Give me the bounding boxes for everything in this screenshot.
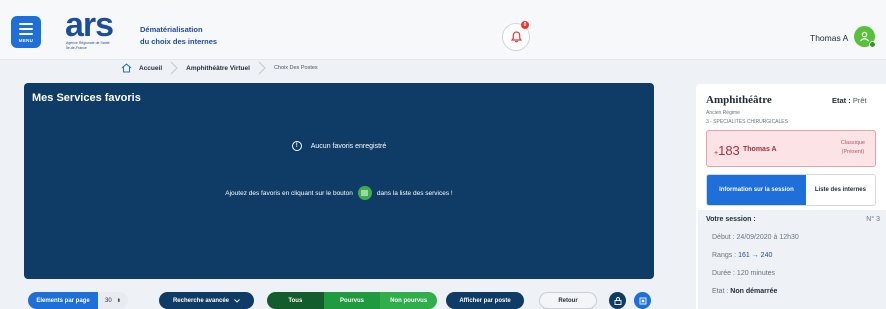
status-value: Prêt [852,96,867,105]
lock-icon [614,296,621,305]
advanced-search-button[interactable]: Recherche avancée [159,292,254,309]
elements-per-page-label: Elements par page [28,292,98,309]
user-icon [860,31,869,42]
rank-user-name: Thomas A [743,146,777,153]
favorites-hint: Ajoutez des favoris en cliquant sur le b… [24,186,654,200]
logo-text: ars [65,6,114,44]
notification-badge: 0 [521,21,529,29]
session-ranks-label: Rangs : [712,252,737,259]
tab-interns-list[interactable]: Liste des internes [805,175,875,205]
empty-message: Aucun favoris enregistré [310,142,387,150]
breadcrumb-home[interactable]: Accueil [139,65,162,72]
empty-state: ! Aucun favoris enregistré [24,141,654,151]
amphitheatre-side-panel: Amphithéâtre Etat : Prêt Ancien Régime 3… [696,84,886,309]
filter-toggle-group: Tous Pourvus Non pourvus [267,292,437,309]
rank-value: 183 [718,143,740,158]
status-label: Etat : [832,96,851,105]
session-state-value: Non démarrée [730,288,778,295]
hamburger-icon [19,22,33,25]
bottom-toolbar: Elements par page 30 ⬍ Recherche avancée… [14,287,666,309]
filter-all-button[interactable]: Tous [267,292,324,309]
app-title: Dématérialisation du choix des internes [140,24,217,48]
online-status-dot [869,41,876,48]
logo-subtitle: Agence Régionale de Santé Île-de-France [66,41,126,50]
user-rank-card: +183 Thomas A Classique (Présent) [706,130,876,167]
filter-filled-button[interactable]: Pourvus [323,292,381,309]
session-duration: Durée : 120 minutes [712,270,775,277]
breadcrumb: Accueil Amphithéâtre Virtuel Choix Des P… [0,60,886,76]
session-start-value: 24/09/2020 à 12h30 [736,234,799,241]
session-info: Votre session : N° 3 Début : 24/09/2020 … [698,210,886,309]
menu-label: MENU [18,38,34,43]
session-state-label: Etat : [712,288,729,295]
hamburger-icon-bar [19,32,33,35]
show-by-post-button[interactable]: Afficher par poste [446,292,524,309]
menu-button[interactable]: MENU [11,16,41,48]
advanced-search-label: Recherche avancée [172,297,230,304]
regime-text: Ancien Régime [706,110,740,116]
home-icon[interactable] [121,63,132,73]
session-title: Votre session : [706,216,756,223]
chevron-down-icon [234,298,240,303]
hint-text-after: dans la liste des services ! [376,189,453,197]
favorite-list-icon [357,186,372,200]
elements-per-page-value: 30 [105,297,112,304]
back-button[interactable]: Retour [539,292,597,309]
session-ranks: Rangs : 161 → 240 [712,252,772,259]
favorites-panel: Mes Services favoris ! Aucun favoris enr… [24,83,654,279]
session-start-label: Début : [712,234,735,241]
session-rank-from: 161 [738,252,750,259]
side-panel-tabs: Information sur la session Liste des int… [706,174,876,206]
lock-button[interactable] [609,292,626,309]
rank-type: Classique (Présent) [841,139,865,157]
panel-title: Mes Services favoris [32,92,141,104]
export-button[interactable] [634,292,651,309]
chevron-right-icon [170,62,178,74]
arrow-right-icon: → [751,252,761,259]
hint-text-before: Ajoutez des favoris en cliquant sur le b… [225,189,353,197]
tab-session-info[interactable]: Information sur la session [707,175,806,205]
session-duration-value: 120 minutes [736,270,776,277]
user-name[interactable]: Thomas A [810,33,848,43]
bell-icon [510,31,522,43]
filter-unfilled-button[interactable]: Non pourvus [380,292,437,309]
session-duration-label: Durée : [712,270,735,277]
rank-number: +183 [714,143,740,158]
info-icon: ! [291,141,302,151]
rank-type-line2: (Présent) [841,149,865,155]
app-title-line1: Dématérialisation [140,25,203,34]
session-number: N° 3 [866,216,880,223]
hamburger-icon-bar [19,27,33,30]
app-title-line2: du choix des internes [140,37,218,46]
specialty-text: 3 - SPECIALITES CHIRURGICALES [706,119,788,125]
amphitheatre-status: Etat : Prêt [832,96,867,105]
logo-subtitle-line2: Île-de-France [66,45,87,50]
session-rank-to: 240 [760,252,773,259]
session-state: Etat : Non démarrée [712,288,777,295]
breadcrumb-amphitheatre[interactable]: Amphithéâtre Virtuel [186,65,250,72]
breadcrumb-current: Choix Des Postes [273,65,318,71]
rank-type-line1: Classique [840,140,865,146]
app-header: MENU ars Agence Régionale de Santé Île-d… [0,0,886,60]
select-arrows-icon: ⬍ [116,297,121,304]
side-panel-title: Amphithéâtre [706,94,772,106]
session-start: Début : 24/09/2020 à 12h30 [712,234,799,241]
export-icon [639,297,646,304]
chevron-right-icon [258,62,266,74]
elements-per-page-select[interactable]: 30 ⬍ [98,292,128,309]
